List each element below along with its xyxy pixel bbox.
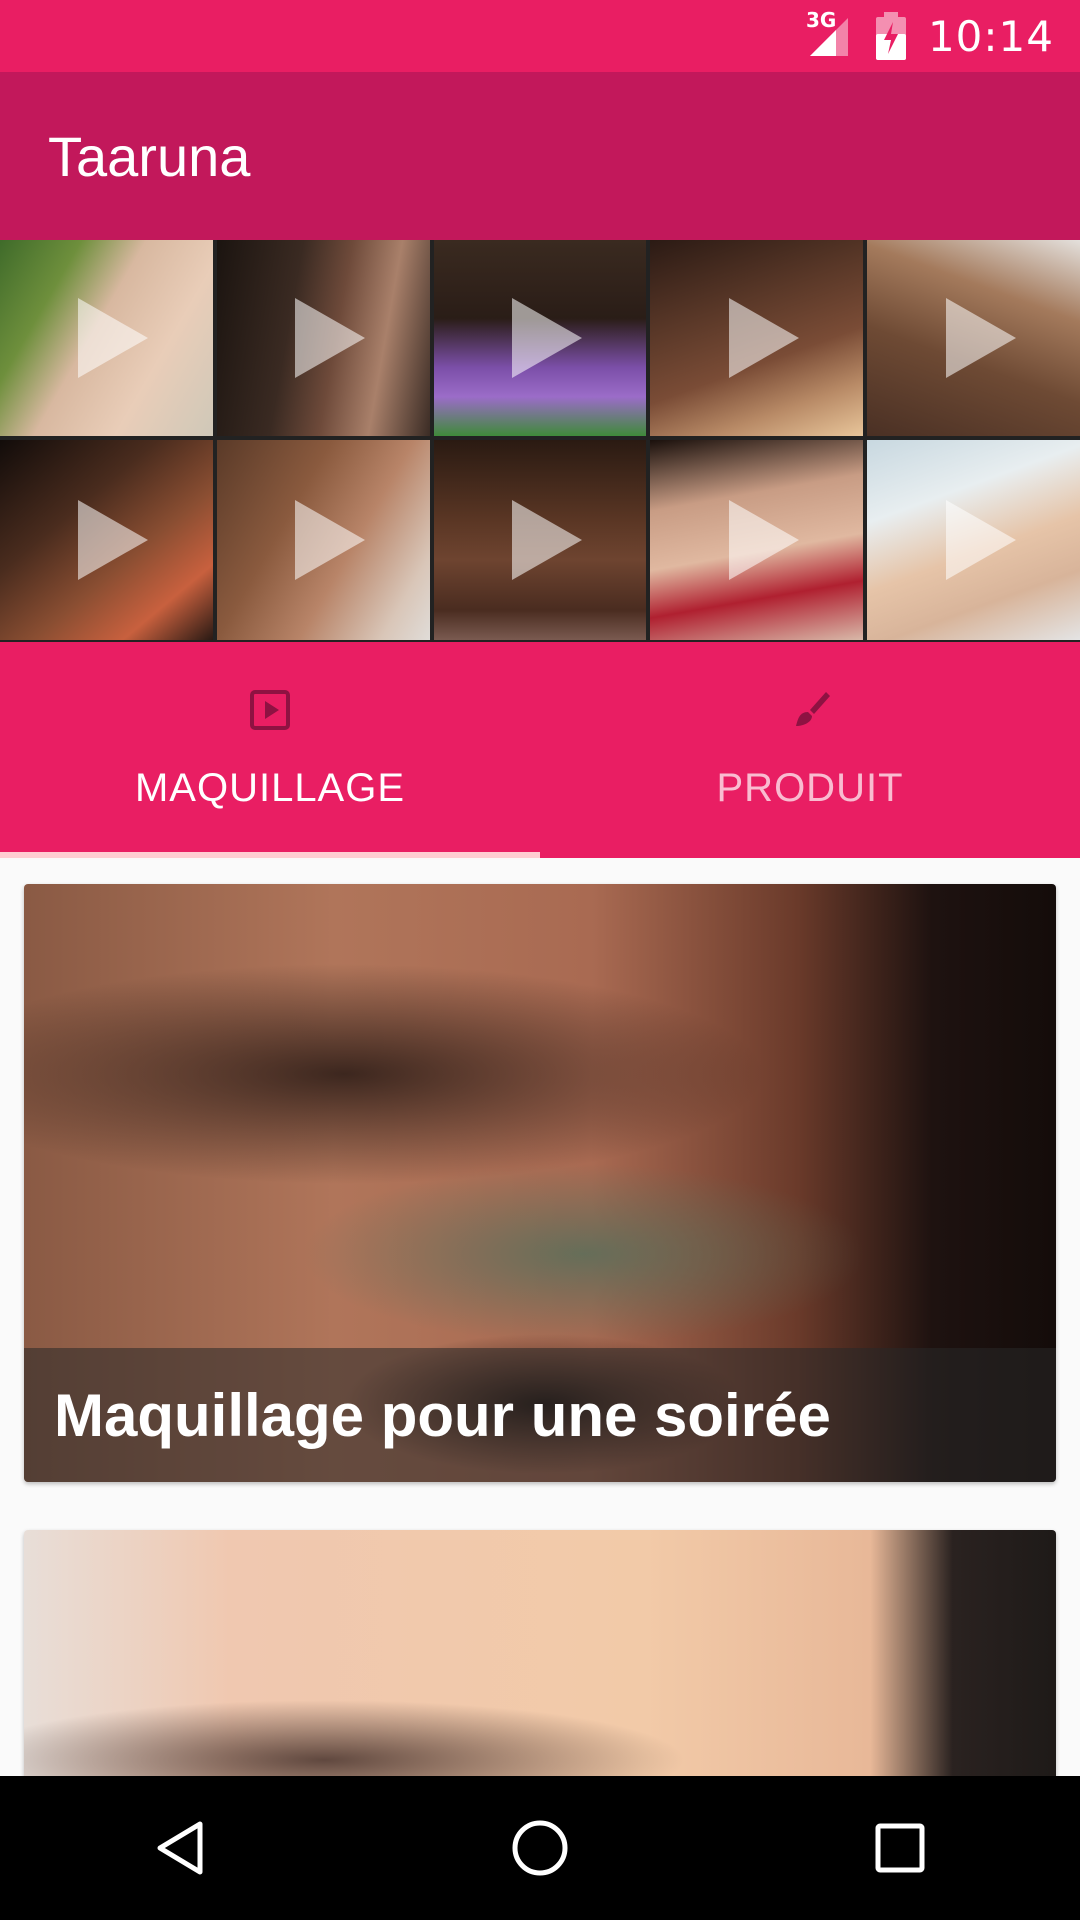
tab-maquillage[interactable]: MAQUILLAGE — [0, 642, 540, 858]
play-icon — [78, 298, 149, 378]
network-signal: 3G — [806, 8, 850, 58]
back-button[interactable] — [135, 1803, 225, 1893]
recents-button[interactable] — [855, 1803, 945, 1893]
home-icon — [512, 1820, 568, 1876]
video-thumbnail[interactable] — [867, 240, 1080, 436]
video-thumbnail[interactable] — [433, 240, 647, 436]
video-thumbnail[interactable] — [650, 240, 864, 436]
screen: 3G 10:14 Taaruna MAQUILLAGE PRODUIT Maqu… — [0, 0, 1080, 1920]
tab-label: PRODUIT — [716, 766, 904, 810]
app-bar: Taaruna — [0, 72, 1080, 240]
play-icon — [945, 500, 1016, 580]
card-caption: Maquillage pour une soirée — [24, 1348, 1056, 1482]
play-icon — [511, 298, 582, 378]
play-icon — [728, 298, 799, 378]
app-title: Taaruna — [48, 124, 251, 188]
network-type: 3G — [805, 8, 837, 32]
video-thumbnail[interactable] — [216, 240, 430, 436]
tab-indicator — [0, 852, 540, 858]
play-icon — [78, 500, 149, 580]
play-icon — [511, 500, 582, 580]
play-icon — [945, 298, 1016, 378]
status-bar: 3G 10:14 — [0, 0, 1080, 72]
video-thumbnail[interactable] — [216, 440, 430, 640]
video-thumbnail[interactable] — [650, 440, 864, 640]
play-icon — [728, 500, 799, 580]
video-thumbnail[interactable] — [867, 440, 1080, 640]
clock: 10:14 — [927, 11, 1054, 61]
back-icon — [157, 1821, 203, 1875]
video-thumbnail[interactable] — [0, 240, 213, 436]
home-button[interactable] — [495, 1803, 585, 1893]
brush-icon — [796, 692, 830, 726]
battery-charging-icon — [875, 12, 906, 60]
header-collage — [0, 240, 1080, 642]
play-icon — [295, 298, 366, 378]
card-title: Maquillage pour une soirée — [54, 1381, 831, 1449]
video-thumbnail[interactable] — [433, 440, 647, 640]
recents-icon — [875, 1823, 925, 1873]
tab-bar: MAQUILLAGE PRODUIT — [0, 642, 1080, 858]
play-box-icon — [250, 690, 290, 730]
tab-produit[interactable]: PRODUIT — [540, 642, 1080, 858]
video-thumbnail[interactable] — [0, 440, 213, 640]
video-card[interactable]: Maquillage pour une soirée — [24, 884, 1056, 1482]
navigation-bar — [0, 1776, 1080, 1920]
play-icon — [295, 500, 366, 580]
tab-label: MAQUILLAGE — [134, 766, 406, 810]
